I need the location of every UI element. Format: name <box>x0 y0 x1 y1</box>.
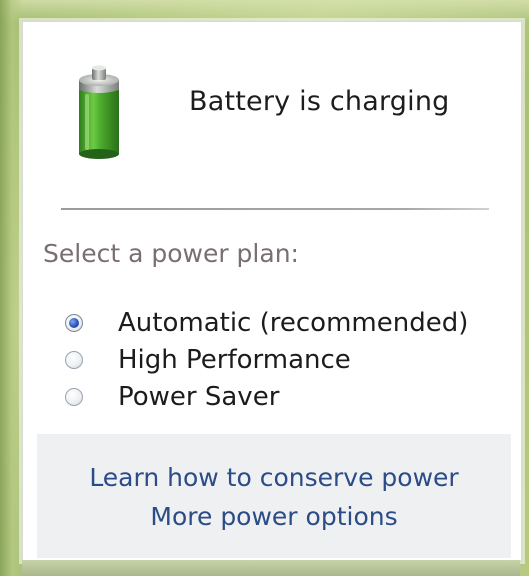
more-power-options-link[interactable]: More power options <box>37 502 511 531</box>
section-divider <box>61 208 489 210</box>
taskbar-edge <box>22 560 520 576</box>
power-plan-label: High Performance <box>118 344 351 375</box>
power-plan-automatic[interactable]: Automatic (recommended) <box>63 304 503 341</box>
power-plan-power-saver[interactable]: Power Saver <box>63 378 503 415</box>
radio-button-selected[interactable] <box>65 313 83 332</box>
battery-charging-icon <box>79 65 119 159</box>
battery-status-text: Battery is charging <box>189 86 450 117</box>
radio-button[interactable] <box>65 387 83 406</box>
learn-conserve-power-link[interactable]: Learn how to conserve power <box>37 463 511 492</box>
radio-button[interactable] <box>65 350 83 369</box>
power-plan-high-performance[interactable]: High Performance <box>63 341 503 378</box>
battery-status-area: Battery is charging <box>23 22 521 202</box>
battery-flyout: Battery is charging Select a power plan:… <box>22 21 522 561</box>
power-plan-label: Power Saver <box>118 381 280 412</box>
power-plan-heading: Select a power plan: <box>43 239 299 268</box>
power-plan-label: Automatic (recommended) <box>118 307 469 338</box>
power-plan-list: Automatic (recommended) High Performance… <box>63 304 503 415</box>
flyout-footer: Learn how to conserve power More power o… <box>37 434 511 558</box>
